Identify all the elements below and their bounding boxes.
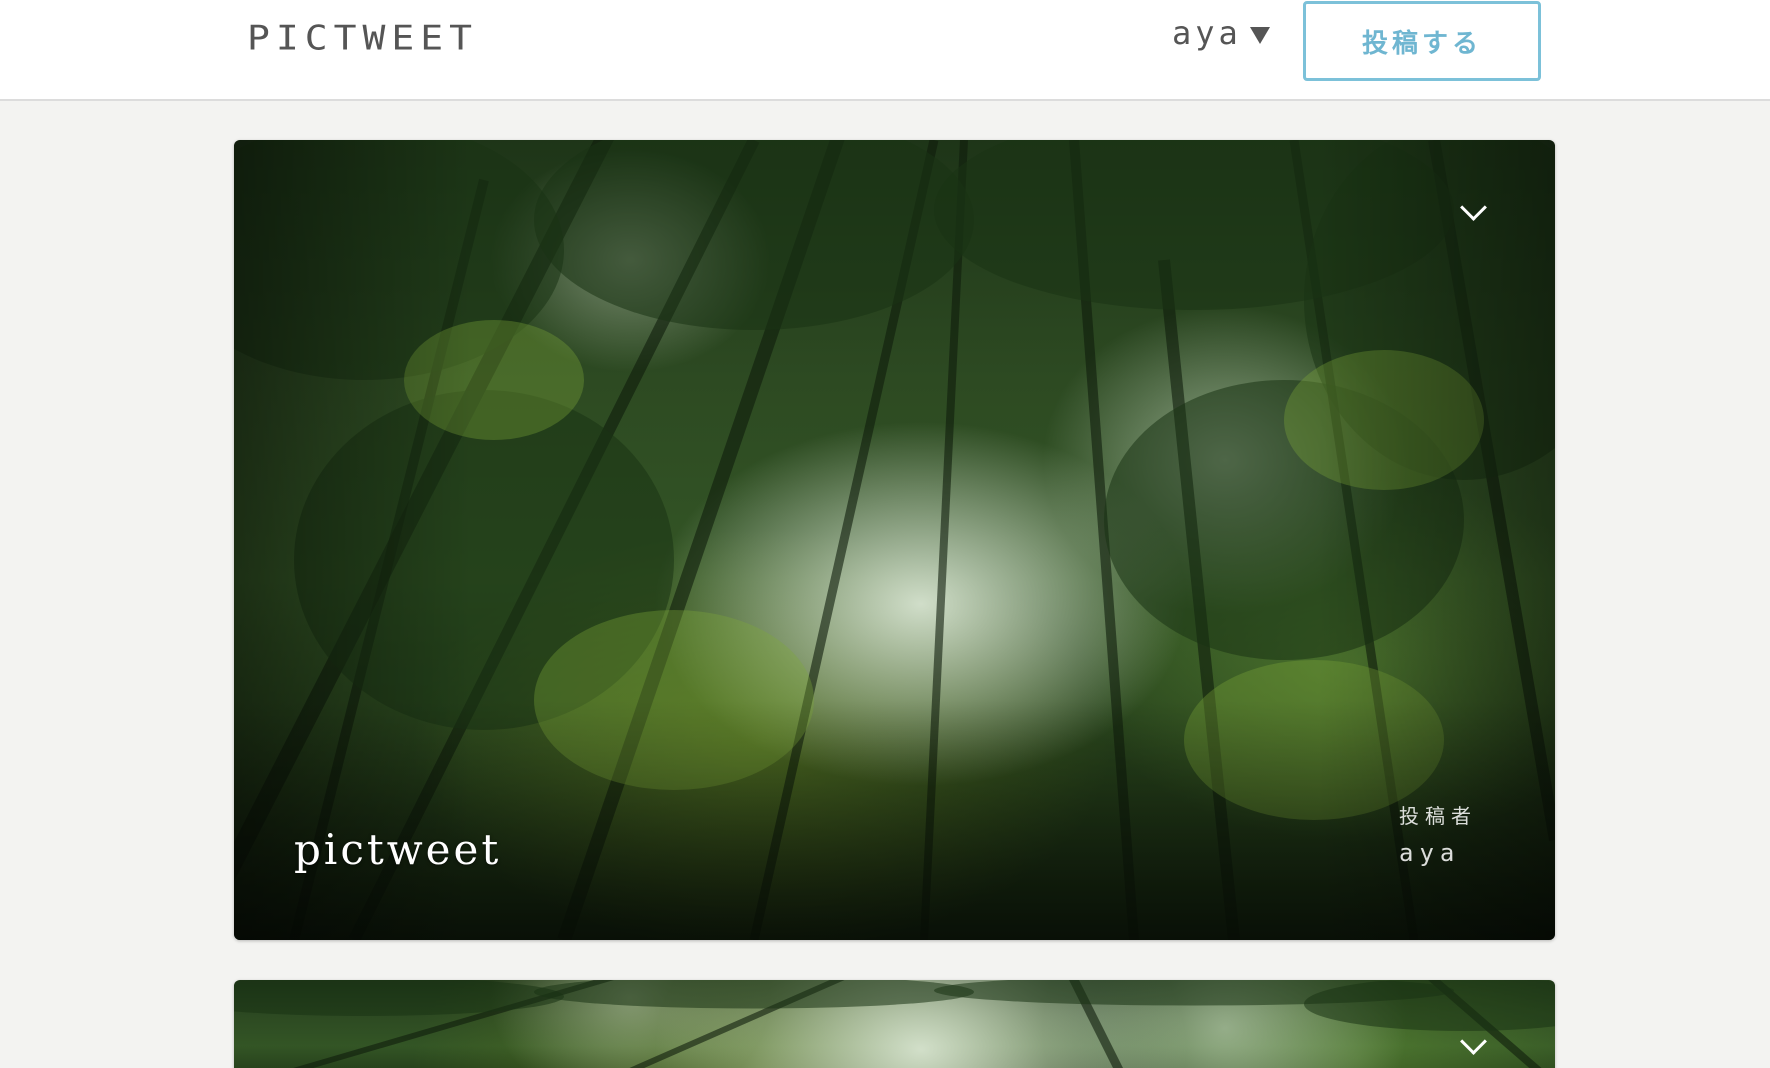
post-image [234, 980, 1555, 1068]
author-block: 投稿者 aya [1399, 799, 1477, 874]
user-menu[interactable]: aya [1172, 14, 1270, 52]
post-button[interactable]: 投稿する [1303, 1, 1541, 81]
image-overlay [234, 140, 1555, 940]
site-logo[interactable]: pictweet [247, 18, 478, 58]
post-card [234, 980, 1555, 1068]
post-card: pictweet 投稿者 aya [234, 140, 1555, 940]
author-name[interactable]: aya [1399, 833, 1477, 874]
top-header: pictweet aya 投稿する [0, 0, 1770, 101]
author-label: 投稿者 [1399, 804, 1477, 829]
user-name: aya [1172, 14, 1242, 52]
post-text: pictweet [294, 825, 502, 874]
caret-down-icon [1249, 26, 1270, 44]
page: pictweet aya 投稿する [0, 0, 1770, 1068]
